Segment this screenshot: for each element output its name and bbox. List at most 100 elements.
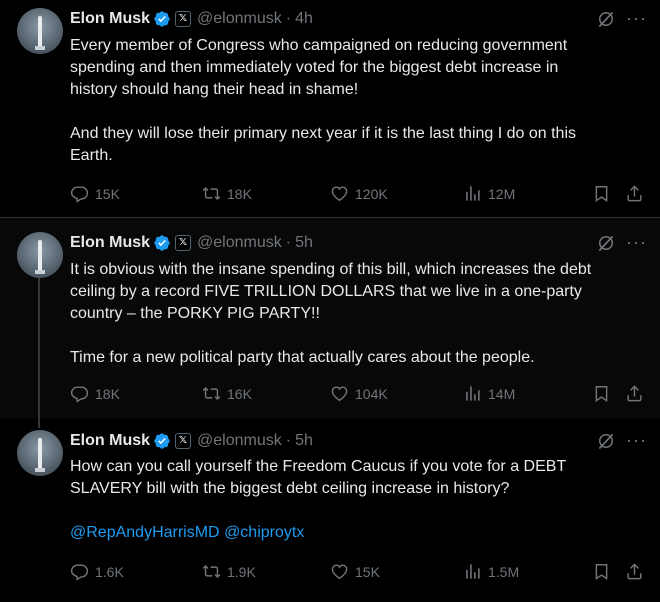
author-handle[interactable]: @elonmusk: [197, 432, 282, 450]
text-line: Time for a new political party that actu…: [70, 349, 535, 366]
repost-button[interactable]: 18K: [202, 184, 252, 203]
views-button[interactable]: 12M: [463, 184, 515, 203]
repost-button[interactable]: 1.9K: [202, 562, 256, 581]
reply-count: 18K: [95, 385, 120, 402]
tweet-text: It is obvious with the insane spending o…: [70, 259, 630, 369]
reply-count: 15K: [95, 185, 120, 202]
author-name[interactable]: Elon Musk: [70, 432, 150, 450]
views-count: 14M: [488, 385, 516, 402]
verified-badge-icon[interactable]: [153, 432, 171, 450]
like-button[interactable]: 15K: [330, 562, 380, 581]
more-icon[interactable]: ···: [626, 430, 646, 450]
repost-count: 1.9K: [227, 563, 256, 580]
action-bar: 15K 18K 120K 12M: [70, 184, 646, 204]
like-icon: [330, 562, 349, 581]
repost-count: 18K: [227, 185, 252, 202]
share-icon: [625, 384, 644, 403]
views-count: 1.5M: [488, 563, 520, 580]
like-button[interactable]: 120K: [330, 184, 388, 203]
timestamp[interactable]: 4h: [295, 10, 313, 28]
action-bar: 1.6K 1.9K 15K 1.5M: [70, 562, 646, 582]
timestamp[interactable]: 5h: [295, 432, 313, 450]
reply-icon: [70, 562, 89, 581]
reply-button[interactable]: 1.6K: [70, 562, 124, 581]
text-line: How can you call yourself the Freedom Ca…: [70, 458, 567, 475]
views-count: 12M: [488, 185, 516, 202]
bookmark-icon: [592, 384, 611, 403]
text-line: spending and then immediately voted for …: [70, 59, 559, 76]
repost-count: 16K: [227, 385, 252, 402]
text-line: And they will lose their primary next ye…: [70, 125, 577, 142]
text-line: ceiling by a record FIVE TRILLION DOLLAR…: [70, 283, 582, 300]
text-line: history should hang their head in shame!: [70, 81, 359, 98]
repost-icon: [202, 562, 221, 581]
grok-icon[interactable]: [596, 9, 616, 29]
reply-icon: [70, 184, 89, 203]
like-icon: [330, 184, 349, 203]
share-button[interactable]: [625, 184, 644, 203]
text-line: SLAVERY bill with the biggest debt ceili…: [70, 480, 510, 497]
like-icon: [330, 384, 349, 403]
separator-dot: ·: [285, 432, 292, 449]
grok-icon[interactable]: [596, 233, 616, 253]
tweet-text: Every member of Congress who campaigned …: [70, 35, 630, 167]
author-handle[interactable]: @elonmusk: [197, 10, 282, 28]
author-handle[interactable]: @elonmusk: [197, 234, 282, 252]
bookmark-button[interactable]: [592, 184, 611, 203]
views-button[interactable]: 1.5M: [463, 562, 519, 581]
more-icon[interactable]: ···: [626, 232, 646, 252]
x-affiliate-icon[interactable]: 𝕏: [175, 11, 192, 27]
avatar[interactable]: [17, 8, 63, 54]
x-affiliate-icon[interactable]: 𝕏: [175, 433, 192, 449]
share-icon: [625, 562, 644, 581]
reply-button[interactable]: 15K: [70, 184, 120, 203]
views-icon: [463, 184, 482, 203]
like-button[interactable]: 104K: [330, 384, 388, 403]
mention-link[interactable]: @RepAndyHarrisMD: [70, 524, 220, 541]
verified-badge-icon[interactable]: [153, 234, 171, 252]
verified-badge-icon[interactable]: [153, 10, 171, 28]
text-line: Every member of Congress who campaigned …: [70, 37, 568, 54]
bookmark-icon: [592, 184, 611, 203]
like-count: 104K: [355, 385, 388, 402]
share-icon: [625, 184, 644, 203]
x-affiliate-icon[interactable]: 𝕏: [175, 235, 192, 251]
reply-icon: [70, 384, 89, 403]
tweet-header: Elon Musk 𝕏 @elonmusk · 4h: [70, 8, 313, 30]
separator-dot: ·: [285, 10, 292, 27]
share-button[interactable]: [625, 384, 644, 403]
mention-link[interactable]: @chiproytx: [224, 524, 304, 541]
avatar[interactable]: [17, 430, 63, 476]
like-count: 120K: [355, 185, 388, 202]
repost-button[interactable]: 16K: [202, 384, 252, 403]
tweet-text: How can you call yourself the Freedom Ca…: [70, 456, 630, 544]
like-count: 15K: [355, 563, 380, 580]
bookmark-icon: [592, 562, 611, 581]
reply-button[interactable]: 18K: [70, 384, 120, 403]
views-icon: [463, 562, 482, 581]
mentions-line: @RepAndyHarrisMD @chiproytx: [70, 522, 630, 544]
action-bar: 18K 16K 104K 14M: [70, 384, 646, 404]
bookmark-button[interactable]: [592, 562, 611, 581]
avatar[interactable]: [17, 232, 63, 278]
grok-icon[interactable]: [596, 431, 616, 451]
bookmark-button[interactable]: [592, 384, 611, 403]
text-line: country – the PORKY PIG PARTY!!: [70, 305, 320, 322]
tweet-3[interactable]: Elon Musk 𝕏 @elonmusk · 5h ··· How can y…: [0, 418, 660, 602]
share-button[interactable]: [625, 562, 644, 581]
tweet-header: Elon Musk 𝕏 @elonmusk · 5h: [70, 232, 313, 254]
tweet-2[interactable]: Elon Musk 𝕏 @elonmusk · 5h ··· It is obv…: [0, 218, 660, 418]
repost-icon: [202, 384, 221, 403]
views-button[interactable]: 14M: [463, 384, 515, 403]
tweet-1[interactable]: Elon Musk 𝕏 @elonmusk · 4h ··· Every mem…: [0, 0, 660, 218]
text-line: Earth.: [70, 147, 113, 164]
separator-dot: ·: [285, 234, 292, 251]
timestamp[interactable]: 5h: [295, 234, 313, 252]
views-icon: [463, 384, 482, 403]
author-name[interactable]: Elon Musk: [70, 10, 150, 28]
repost-icon: [202, 184, 221, 203]
author-name[interactable]: Elon Musk: [70, 234, 150, 252]
more-icon[interactable]: ···: [626, 8, 646, 28]
thread-connector: [38, 278, 40, 428]
tweet-header: Elon Musk 𝕏 @elonmusk · 5h: [70, 430, 313, 452]
